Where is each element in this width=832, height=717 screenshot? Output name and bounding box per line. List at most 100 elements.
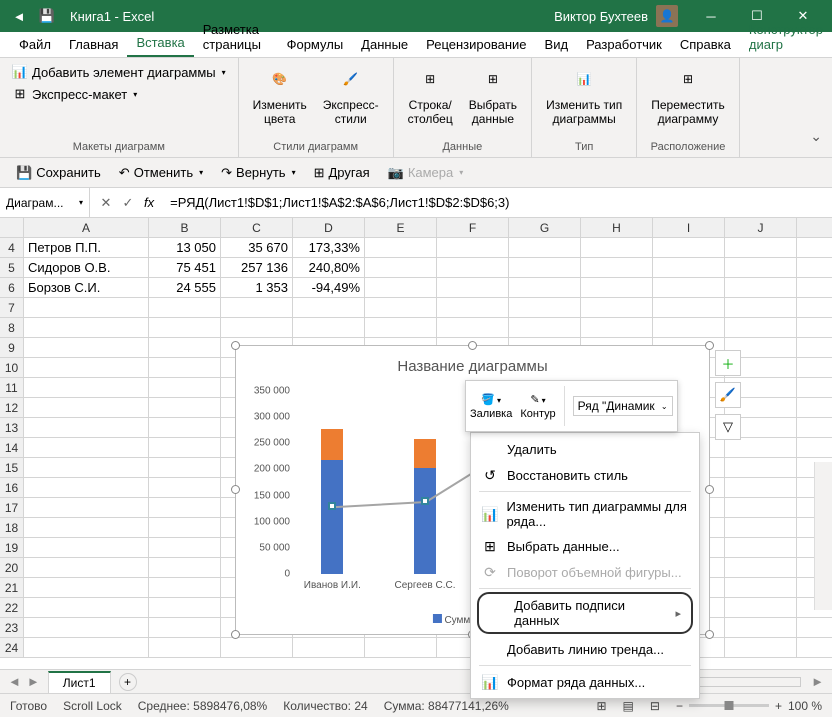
cell[interactable] <box>437 238 509 257</box>
cell[interactable] <box>725 258 797 277</box>
cell[interactable]: -94,49% <box>293 278 365 297</box>
zoom-out-button[interactable]: − <box>676 699 683 713</box>
cell[interactable] <box>581 318 653 337</box>
cell[interactable] <box>365 638 437 657</box>
cell[interactable] <box>24 378 149 397</box>
row-header[interactable]: 18 <box>0 518 24 537</box>
add-sheet-button[interactable]: + <box>119 673 137 691</box>
add-chart-element-button[interactable]: 📊 Добавить элемент диаграммы ▾ <box>8 62 230 82</box>
cell[interactable] <box>293 318 365 337</box>
ctx-change-series-type[interactable]: 📊Изменить тип диаграммы для ряда... <box>471 495 699 533</box>
ctx-format-series[interactable]: 📊Формат ряда данных... <box>471 669 699 695</box>
fill-button[interactable]: 🪣▾ Заливка <box>470 393 512 420</box>
cell[interactable] <box>581 298 653 317</box>
row-header[interactable]: 5 <box>0 258 24 277</box>
cell[interactable] <box>149 538 221 557</box>
select-data-button[interactable]: ⊞ Выбрать данные <box>463 62 523 129</box>
ctx-select-data[interactable]: ⊞Выбрать данные... <box>471 533 699 559</box>
cell[interactable] <box>653 238 725 257</box>
col-header[interactable]: D <box>293 218 365 237</box>
zoom-control[interactable]: − + 100 % <box>676 699 822 713</box>
cell[interactable] <box>221 638 293 657</box>
cell[interactable] <box>24 318 149 337</box>
cell[interactable] <box>653 318 725 337</box>
qa-redo-button[interactable]: ↷Вернуть▾ <box>215 162 301 184</box>
cell[interactable] <box>509 278 581 297</box>
cell[interactable] <box>725 538 797 557</box>
cell[interactable] <box>149 618 221 637</box>
cell[interactable] <box>149 498 221 517</box>
cell[interactable]: 35 670 <box>221 238 293 257</box>
cell[interactable]: 240,80% <box>293 258 365 277</box>
col-header[interactable]: C <box>221 218 293 237</box>
row-header[interactable]: 16 <box>0 478 24 497</box>
cell[interactable] <box>293 638 365 657</box>
cell[interactable] <box>149 638 221 657</box>
row-header[interactable]: 17 <box>0 498 24 517</box>
cell[interactable] <box>509 318 581 337</box>
cell[interactable]: Сидоров О.В. <box>24 258 149 277</box>
cell[interactable] <box>509 258 581 277</box>
cell[interactable] <box>149 398 221 417</box>
cell[interactable] <box>149 558 221 577</box>
outline-button[interactable]: ✎▾ Контур <box>520 393 555 420</box>
row-header[interactable]: 23 <box>0 618 24 637</box>
minimize-button[interactable]: ─ <box>688 0 734 32</box>
express-layout-button[interactable]: ⊞ Экспресс-макет ▾ <box>8 84 141 104</box>
cell[interactable] <box>725 618 797 637</box>
qa-other-button[interactable]: ⊞Другая <box>308 162 376 184</box>
fx-icon[interactable]: fx <box>140 195 158 210</box>
change-chart-type-button[interactable]: 📊 Изменить тип диаграммы <box>540 62 628 129</box>
cell[interactable] <box>725 458 797 477</box>
express-styles-button[interactable]: 🖌️ Экспресс- стили <box>317 62 385 129</box>
cell[interactable] <box>24 638 149 657</box>
cell[interactable] <box>221 318 293 337</box>
cell[interactable] <box>149 378 221 397</box>
tab-data[interactable]: Данные <box>352 33 417 57</box>
cell[interactable]: Борзов С.И. <box>24 278 149 297</box>
cell[interactable] <box>149 358 221 377</box>
cell[interactable] <box>437 278 509 297</box>
row-header[interactable]: 8 <box>0 318 24 337</box>
user-name[interactable]: Виктор Бухтеев <box>554 9 648 24</box>
row-header[interactable]: 12 <box>0 398 24 417</box>
cell[interactable] <box>365 298 437 317</box>
cell[interactable] <box>725 558 797 577</box>
col-header[interactable]: F <box>437 218 509 237</box>
row-header[interactable]: 11 <box>0 378 24 397</box>
cell[interactable] <box>437 258 509 277</box>
cell[interactable] <box>24 358 149 377</box>
col-header[interactable]: E <box>365 218 437 237</box>
ctx-add-data-labels[interactable]: Добавить подписи данных▸ <box>477 592 693 634</box>
ctx-reset-style[interactable]: ↺Восстановить стиль <box>471 462 699 488</box>
vertical-scrollbar[interactable] <box>814 462 832 610</box>
cell[interactable] <box>509 238 581 257</box>
row-header[interactable]: 13 <box>0 418 24 437</box>
move-chart-button[interactable]: ⊞ Переместить диаграмму <box>645 62 731 129</box>
cell[interactable] <box>24 478 149 497</box>
user-avatar-icon[interactable]: 👤 <box>656 5 678 27</box>
row-header[interactable]: 21 <box>0 578 24 597</box>
cell[interactable] <box>149 458 221 477</box>
tab-developer[interactable]: Разработчик <box>577 33 671 57</box>
tab-formulas[interactable]: Формулы <box>278 33 353 57</box>
cell[interactable] <box>149 418 221 437</box>
view-pagebreak-icon[interactable]: ⊟ <box>650 699 660 713</box>
tab-page-layout[interactable]: Разметка страницы <box>194 18 278 57</box>
cell[interactable] <box>581 278 653 297</box>
row-header[interactable]: 20 <box>0 558 24 577</box>
chart-title[interactable]: Название диаграммы <box>236 346 709 383</box>
col-header[interactable]: J <box>725 218 797 237</box>
cell[interactable] <box>653 298 725 317</box>
cell[interactable] <box>365 258 437 277</box>
cell[interactable] <box>509 298 581 317</box>
tab-file[interactable]: Файл <box>10 33 60 57</box>
tab-view[interactable]: Вид <box>536 33 578 57</box>
cell[interactable] <box>725 638 797 657</box>
formula-input[interactable] <box>164 195 832 210</box>
cell[interactable] <box>725 598 797 617</box>
row-header[interactable]: 19 <box>0 538 24 557</box>
tab-chart-design[interactable]: Конструктор диагр <box>740 18 832 57</box>
col-header[interactable]: G <box>509 218 581 237</box>
cell[interactable] <box>725 498 797 517</box>
